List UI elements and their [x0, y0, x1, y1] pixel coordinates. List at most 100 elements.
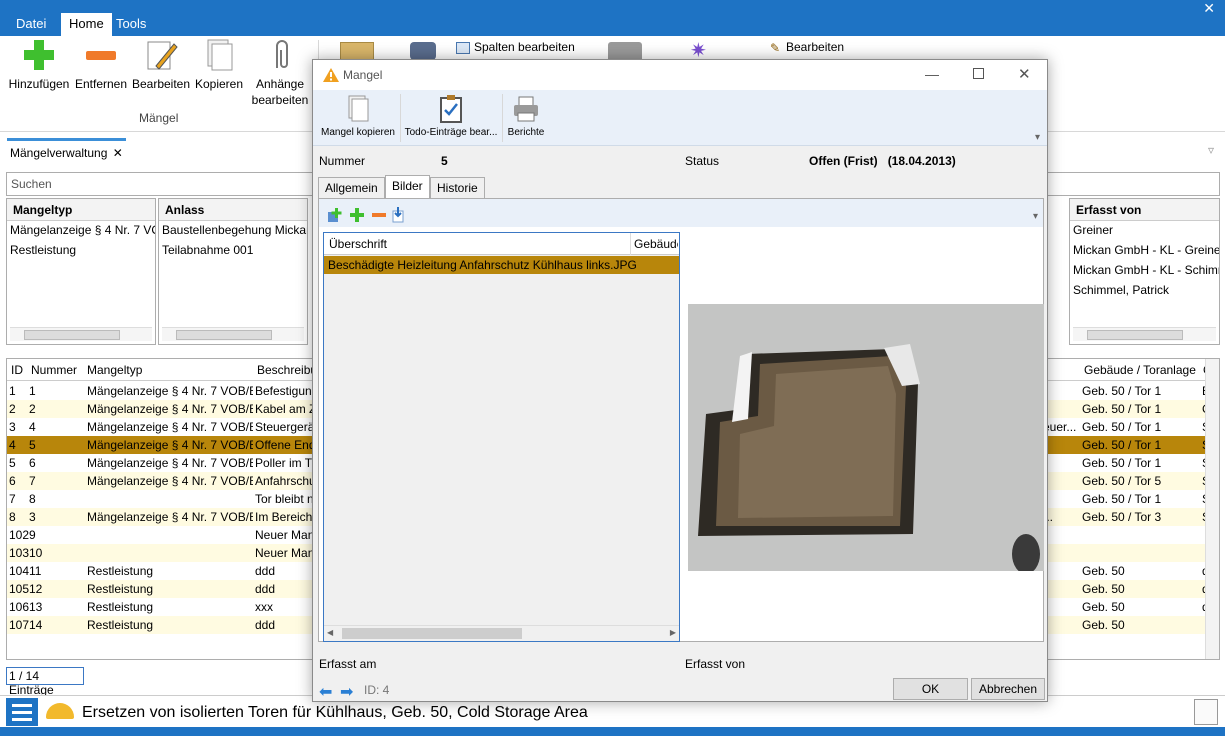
plus-icon[interactable] [349, 207, 365, 223]
horizontal-scrollbar[interactable] [162, 327, 304, 341]
menu-tab-datei[interactable]: Datei [8, 13, 54, 36]
tab-historie[interactable]: Historie [430, 177, 485, 199]
cell-nummer: 9 [29, 528, 36, 542]
pencil-icon [147, 41, 178, 70]
cell-id: 106 [9, 600, 29, 614]
cell-gebaeude: Geb. 50 [1082, 600, 1125, 614]
close-tab-icon[interactable]: ✕ [113, 146, 123, 160]
add-button[interactable]: Hinzufügen [8, 38, 70, 92]
column-header-id[interactable]: ID [11, 363, 23, 377]
notes-icon[interactable] [1194, 699, 1218, 725]
image-list: Überschrift Gebäude Beschädigte Heizleit… [323, 232, 680, 642]
edit-todos-button[interactable]: Todo-Einträge bear... [403, 94, 499, 139]
tab-bilder[interactable]: Bilder [385, 175, 430, 199]
menu-tab-home[interactable]: Home [61, 13, 112, 36]
column-header-gebaeude[interactable]: Gebäude [634, 237, 678, 251]
cell-gebaeude: Geb. 50 / Tor 1 [1082, 402, 1162, 416]
cell-nummer: 1 [29, 384, 36, 398]
doc-tab-label: Mängelverwaltung [10, 146, 108, 160]
cell-hidden-text: ... [1043, 510, 1054, 524]
binoculars-icon[interactable] [410, 42, 436, 60]
filter-item[interactable]: Baustellenbegehung Mickan [159, 221, 307, 241]
ribbon-group-label: Mängel [139, 111, 179, 125]
column-header-ueberschrift[interactable]: Überschrift [329, 237, 387, 251]
toolbar-overflow-icon[interactable]: ▾ [1035, 132, 1040, 143]
menu-bar: Datei Home Tools ✕ [0, 0, 1225, 36]
scrollbar-thumb[interactable] [342, 628, 522, 639]
filter-panel-erfasst-von: Erfasst von Greiner Mickan GmbH - KL - G… [1069, 198, 1220, 345]
image-list-item[interactable]: Beschädigte Heizleitung Anfahrschutz Küh… [324, 256, 679, 274]
horizontal-scrollbar[interactable] [10, 327, 152, 341]
filter-item[interactable]: Mängelanzeige § 4 Nr. 7 VOB/B [7, 221, 155, 241]
filter-item[interactable]: Mickan GmbH - KL - Greiner [1070, 241, 1219, 261]
scrollbar-thumb[interactable] [24, 330, 120, 340]
edit-todos-label: Todo-Einträge bear... [404, 127, 498, 138]
copy-defect-button[interactable]: Mangel kopieren [319, 94, 397, 139]
toolbar-overflow-icon[interactable]: ▾ [1033, 211, 1038, 222]
next-arrow-icon[interactable]: ➡ [340, 682, 353, 702]
cell-gebaeude: Geb. 50 [1082, 564, 1125, 578]
project-title: Ersetzen von isolierten Toren für Kühlha… [82, 704, 588, 721]
reports-button[interactable]: Berichte [505, 94, 547, 139]
scrollbar-thumb[interactable] [1087, 330, 1183, 340]
filter-item[interactable]: Greiner [1070, 221, 1219, 241]
filter-header-anlass[interactable]: Anlass [159, 199, 307, 221]
filter-item[interactable]: Mickan GmbH - KL - Schimmel [1070, 261, 1219, 281]
add-multiple-icon[interactable] [327, 207, 343, 223]
plus-icon [24, 40, 54, 70]
tab-allgemein[interactable]: Allgemein [318, 177, 385, 199]
hamburger-menu-icon[interactable] [6, 698, 38, 726]
cancel-button[interactable]: Abbrechen [971, 678, 1045, 700]
edit-button[interactable]: Bearbeiten [131, 38, 191, 92]
edit-columns-button[interactable]: Spalten bearbeiten [456, 40, 575, 54]
cell-beschreibung: Steuergerät [255, 420, 313, 434]
column-header-nummer[interactable]: Nummer [31, 363, 77, 377]
maximize-icon[interactable] [973, 68, 984, 79]
scroll-left-icon[interactable]: ◀ [327, 628, 333, 637]
minimize-icon[interactable]: — [925, 66, 939, 82]
cell-beschreibung: ddd [255, 564, 276, 578]
cell-gebaeude: Geb. 50 / Tor 1 [1082, 384, 1162, 398]
cell-beschreibung: ddd [255, 582, 276, 596]
filter-icon[interactable]: ▿ [1208, 143, 1214, 157]
filter-header-erfasst-von[interactable]: Erfasst von [1070, 199, 1219, 221]
close-window-icon[interactable]: ✕ [1203, 0, 1215, 17]
cell-beschreibung: Neuer Man [255, 528, 313, 542]
status-date: (18.04.2013) [887, 154, 956, 168]
nummer-value: 5 [441, 154, 448, 168]
vertical-scrollbar[interactable] [1205, 359, 1219, 659]
status-text: Offen (Frist) [809, 154, 878, 168]
column-header-mangeltyp[interactable]: Mangeltyp [87, 363, 142, 377]
import-icon[interactable] [391, 207, 405, 223]
ok-button[interactable]: OK [893, 678, 968, 700]
scroll-right-icon[interactable]: ▶ [670, 628, 676, 637]
cell-id: 103 [9, 546, 29, 560]
minus-icon[interactable] [371, 207, 387, 223]
filter-item[interactable]: Restleistung [7, 241, 155, 261]
copy-button[interactable]: Kopieren [193, 38, 245, 92]
attachments-button[interactable]: Anhänge bearbeiten [248, 38, 312, 108]
previous-arrow-icon[interactable]: ⬅ [319, 682, 332, 702]
horizontal-scrollbar[interactable] [1073, 327, 1216, 341]
cell-nummer: 10 [29, 546, 43, 560]
close-icon[interactable]: ✕ [1018, 65, 1031, 83]
erfasst-von-label: Erfasst von [685, 657, 746, 671]
cell-beschreibung: ddd [255, 618, 276, 632]
ribbon-edit-button[interactable]: ✎ Bearbeiten [770, 40, 844, 54]
remove-button[interactable]: Entfernen [74, 38, 128, 92]
column-header-beschreibung[interactable]: Beschreibung [257, 363, 313, 377]
cell-nummer: 11 [29, 564, 42, 578]
menu-tab-tools[interactable]: Tools [108, 13, 154, 36]
filter-header-mangeltyp[interactable]: Mangeltyp [7, 199, 155, 221]
scrollbar-thumb[interactable] [176, 330, 272, 340]
copy-defect-label: Mangel kopieren [321, 127, 395, 138]
filter-item[interactable]: Schimmel, Patrick [1070, 281, 1219, 301]
horizontal-scrollbar[interactable]: ◀ ▶ [324, 625, 679, 641]
entry-count: 1 / 14 Einträge [6, 667, 84, 697]
cell-beschreibung: Im Bereich [255, 510, 313, 524]
column-header-gebaeude[interactable]: Gebäude / Toranlage [1084, 363, 1196, 377]
cell-beschreibung: Neuer Man [255, 546, 313, 560]
tab-maengelverwaltung[interactable]: Mängelverwaltung ✕ [7, 138, 126, 164]
filter-item[interactable]: Teilabnahme 001 [159, 241, 307, 261]
cell-nummer: 4 [29, 420, 36, 434]
